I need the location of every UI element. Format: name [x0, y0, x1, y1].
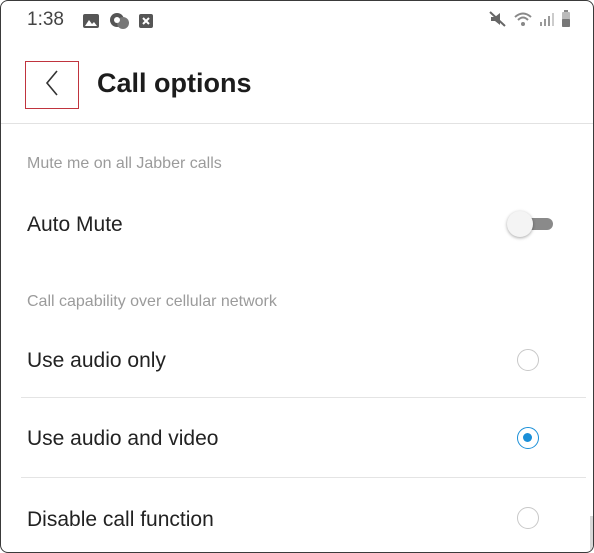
status-bar: 1:38: [1, 1, 593, 37]
mute-icon: [489, 11, 507, 32]
toggle-thumb: [507, 211, 533, 237]
scrollbar[interactable]: [590, 516, 593, 552]
section-label-mute: Mute me on all Jabber calls: [27, 155, 222, 172]
section-label-capability: Call capability over cellular network: [27, 293, 277, 310]
header-divider: [1, 123, 593, 124]
close-box-icon: [138, 13, 154, 34]
radio-audio-and-video[interactable]: [517, 427, 539, 449]
battery-icon: [561, 10, 571, 33]
page-title: Call options: [97, 68, 252, 98]
chevron-left-icon: [45, 69, 59, 101]
option-label: Use audio only: [27, 349, 166, 372]
option-audio-only[interactable]: Use audio only: [1, 325, 593, 395]
auto-mute-label: Auto Mute: [27, 213, 123, 236]
status-icons-left: [82, 12, 154, 35]
row-divider: [21, 397, 586, 398]
option-label: Use audio and video: [27, 427, 219, 450]
back-button[interactable]: [25, 61, 79, 109]
option-label: Disable call function: [27, 508, 214, 531]
wifi-icon: [513, 11, 533, 32]
gallery-icon: [82, 13, 100, 34]
auto-mute-toggle[interactable]: [507, 211, 553, 237]
app-frame: 1:38 Call options Mute me on all Jabber …: [0, 0, 594, 553]
signal-icon: [539, 11, 555, 32]
row-divider: [21, 477, 586, 478]
status-time: 1:38: [27, 9, 64, 30]
radio-disable-call[interactable]: [517, 507, 539, 529]
auto-mute-row[interactable]: Auto Mute: [1, 193, 593, 257]
radio-audio-only[interactable]: [517, 349, 539, 371]
option-audio-and-video[interactable]: Use audio and video: [1, 399, 593, 475]
status-icons-right: [489, 10, 571, 33]
option-disable-call[interactable]: Disable call function: [1, 479, 593, 552]
app-header: Call options: [1, 51, 593, 121]
jabber-notification-icon: [108, 12, 130, 35]
